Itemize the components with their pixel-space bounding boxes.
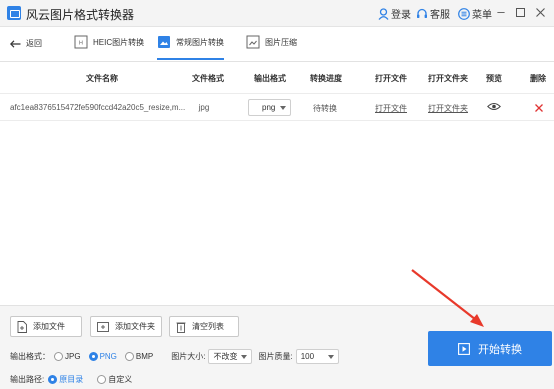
app-title: 风云图片格式转换器 — [26, 8, 135, 22]
radio-png[interactable] — [88, 352, 98, 361]
header-output: 输出格式 — [254, 74, 286, 83]
tab-heic-label: HEIC图片转换 — [93, 38, 145, 47]
radio-jpg-label[interactable]: JPG — [65, 352, 81, 361]
chevron-down-icon — [241, 355, 248, 359]
quality-label: 图片质量: — [258, 352, 293, 361]
delete-icon[interactable] — [535, 100, 543, 115]
add-file-label: 添加文件 — [33, 322, 65, 331]
radio-bmp[interactable] — [124, 352, 134, 361]
add-file-button[interactable]: 添加文件 — [10, 316, 82, 337]
size-select[interactable]: 不改变 — [208, 349, 253, 364]
radio-original-dir-label[interactable]: 原目录 — [59, 374, 83, 385]
row-format: jpg — [198, 103, 210, 112]
radio-jpg[interactable] — [54, 352, 63, 361]
image-convert-icon — [158, 36, 170, 48]
open-folder-link[interactable]: 打开文件夹 — [428, 103, 468, 114]
radio-bmp-label[interactable]: BMP — [136, 352, 153, 361]
title-bar: 风云图片格式转换器 登录 客服 菜单 – — [0, 0, 554, 27]
start-convert-button[interactable]: 开始转换 — [428, 331, 552, 366]
clear-list-button[interactable]: 清空列表 — [169, 316, 239, 337]
menu-icon — [458, 7, 470, 20]
maximize-button[interactable] — [513, 4, 527, 20]
start-convert-label: 开始转换 — [478, 343, 522, 356]
radio-custom-dir[interactable] — [97, 375, 107, 384]
menu-label: 菜单 — [472, 10, 492, 21]
service-label: 客服 — [430, 10, 450, 21]
close-icon — [535, 8, 545, 17]
quality-value: 100 — [300, 352, 315, 361]
output-options-row: 输出格式： JPG PNG BMP 图片大小: 不改变 图片质量: 100 — [10, 349, 345, 364]
tab-regular-label: 常规图片转换 — [176, 38, 224, 47]
table-header: 文件名称 文件格式 输出格式 转换进度 打开文件 打开文件夹 预览 删除 — [0, 62, 554, 94]
trash-icon — [176, 322, 186, 333]
header-filename: 文件名称 — [86, 74, 118, 83]
user-icon — [378, 7, 389, 20]
add-folder-label: 添加文件夹 — [115, 322, 155, 331]
play-icon — [458, 342, 470, 355]
size-label: 图片大小: — [171, 352, 206, 361]
file-add-icon — [17, 320, 27, 333]
compress-icon — [246, 35, 260, 49]
tab-compress-label: 图片压缩 — [265, 38, 297, 47]
row-filename: afc1ea8376515472fe590fccd42a20c5_resize,… — [10, 103, 186, 112]
tab-heic-convert[interactable]: H HEIC图片转换 — [74, 35, 145, 60]
tab-image-compress[interactable]: 图片压缩 — [246, 35, 297, 60]
quality-select[interactable]: 100 — [295, 349, 340, 364]
open-file-link[interactable]: 打开文件 — [375, 103, 407, 114]
arrow-left-icon — [10, 39, 21, 48]
chevron-down-icon — [328, 355, 335, 359]
path-label: 输出路径: — [10, 375, 45, 384]
login-button[interactable]: 登录 — [378, 6, 411, 21]
nav-bar: 返回 H HEIC图片转换 常规图片转换 图片压缩 — [0, 27, 554, 62]
radio-original-dir[interactable] — [48, 375, 58, 384]
header-preview: 预览 — [486, 74, 502, 83]
output-format-label: 输出格式： — [10, 352, 50, 361]
output-format-select[interactable]: png — [248, 99, 291, 116]
back-label: 返回 — [26, 39, 42, 48]
clear-list-label: 清空列表 — [192, 322, 224, 331]
header-delete: 删除 — [530, 74, 546, 83]
radio-custom-dir-label[interactable]: 自定义 — [108, 374, 132, 385]
tab-regular-convert[interactable]: 常规图片转换 — [157, 36, 224, 60]
header-open-folder: 打开文件夹 — [428, 74, 468, 83]
app-logo-icon — [7, 6, 21, 20]
output-path-row: 输出路径: 原目录 自定义 — [10, 374, 136, 385]
back-button[interactable]: 返回 — [10, 38, 42, 49]
table-row: afc1ea8376515472fe590fccd42a20c5_resize,… — [0, 95, 554, 121]
login-label: 登录 — [391, 10, 411, 21]
service-button[interactable]: 客服 — [416, 6, 450, 21]
heic-icon: H — [74, 35, 88, 49]
close-button[interactable] — [533, 4, 547, 20]
minimize-button[interactable]: – — [494, 4, 508, 19]
maximize-icon — [515, 8, 525, 17]
headset-icon — [417, 8, 427, 18]
menu-button[interactable]: 菜单 — [458, 6, 492, 21]
add-folder-button[interactable]: 添加文件夹 — [90, 316, 162, 337]
header-format: 文件格式 — [192, 74, 224, 83]
chevron-down-icon — [280, 106, 286, 110]
header-open-file: 打开文件 — [375, 74, 407, 83]
folder-add-icon — [97, 321, 109, 332]
header-progress: 转换进度 — [310, 74, 342, 83]
svg-text:H: H — [79, 41, 83, 47]
eye-icon[interactable] — [487, 102, 501, 111]
size-value: 不改变 — [213, 352, 238, 361]
output-format-value: png — [262, 103, 276, 112]
radio-png-label[interactable]: PNG — [100, 352, 117, 361]
row-progress: 待转换 — [313, 104, 337, 113]
